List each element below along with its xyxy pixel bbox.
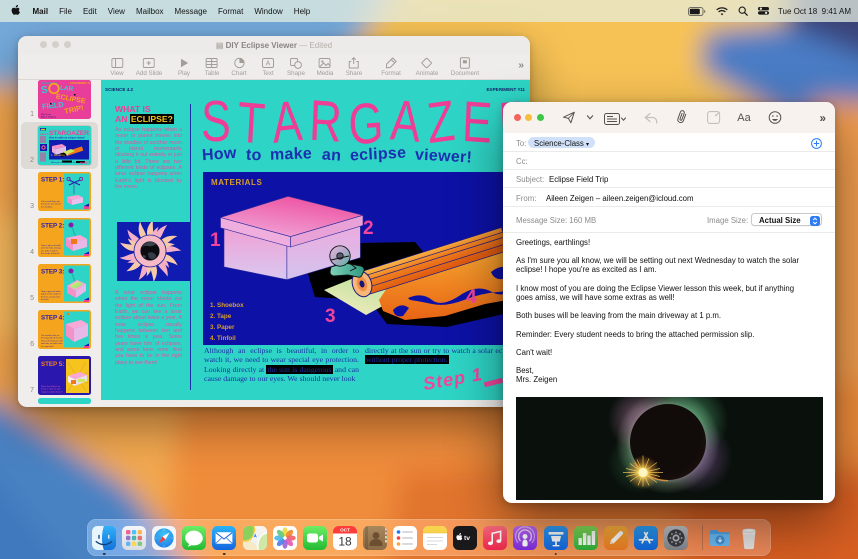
- svg-text:1. Shoebox: 1. Shoebox: [51, 153, 65, 157]
- svg-text:18: 18: [338, 534, 352, 548]
- svg-text:STEP 2:: STEP 2:: [41, 223, 64, 230]
- svg-text:the shoebox: the shoebox: [41, 205, 53, 208]
- svg-text:Tape a piece of white: Tape a piece of white: [41, 290, 61, 293]
- svg-text:LAR: LAR: [59, 85, 73, 93]
- svg-text:S: S: [40, 84, 48, 96]
- svg-text:EXPERIMENT #11: EXPERIMENT #11: [70, 81, 91, 85]
- svg-text:the box. Take an your: the box. Take an your: [41, 388, 61, 391]
- svg-text:over the hole. Using a: over the hole. Using a: [41, 247, 62, 250]
- svg-text:2: 2: [363, 218, 374, 239]
- svg-text:3: 3: [325, 306, 336, 327]
- svg-text:the top on one end of: the top on one end of: [41, 203, 61, 206]
- svg-text:Step 1: Step 1: [79, 160, 90, 165]
- svg-text:WHAT IS: WHAT IS: [40, 133, 49, 136]
- svg-text:pin, poke a hole in: pin, poke a hole in: [41, 250, 59, 252]
- svg-text:STEP 4:: STEP 4:: [41, 315, 64, 322]
- svg-text:STEP 5:: STEP 5:: [41, 361, 64, 368]
- svg-text:paper to the inside of: paper to the inside of: [41, 293, 61, 296]
- svg-text:tv: tv: [464, 535, 470, 542]
- svg-text:OCT: OCT: [340, 527, 350, 532]
- svg-text:TRIP!: TRIP!: [63, 103, 84, 116]
- svg-text:look into, so make sure: look into, so make sure: [41, 342, 63, 345]
- svg-text:This is the hole you will: This is the hole you will: [41, 339, 63, 342]
- svg-text:Cut a small hole into: Cut a small hole into: [41, 200, 61, 203]
- svg-text:STEP 1:: STEP 1:: [41, 177, 64, 184]
- svg-text:it is eye level!: it is eye level!: [41, 345, 54, 348]
- svg-text:Place the lid back on: Place the lid back on: [41, 385, 61, 388]
- svg-text:How to make an eclipse viewer!: How to make an eclipse viewer!: [49, 137, 85, 140]
- svg-text:STEP 3:: STEP 3:: [41, 269, 64, 276]
- svg-text:the long side of the box.: the long side of the box.: [41, 337, 63, 340]
- svg-text:4: 4: [466, 287, 477, 308]
- svg-text:Tape a piece of tinfoil: Tape a piece of tinfoil: [41, 244, 61, 247]
- svg-text:Aileen Zeigeng: Aileen Zeigeng: [41, 116, 56, 119]
- svg-text:FIELD: FIELD: [41, 100, 64, 111]
- svg-text:ready to safely observe: ready to safely observe: [41, 390, 63, 393]
- svg-text:Cut another hole on: Cut another hole on: [41, 334, 60, 337]
- svg-text:the center of the foil.: the center of the foil.: [41, 252, 60, 255]
- svg-text:the hole.: the hole.: [41, 298, 49, 301]
- svg-text:1: 1: [210, 230, 221, 251]
- svg-text:the box, across from: the box, across from: [41, 295, 60, 298]
- svg-text:A: A: [266, 61, 271, 68]
